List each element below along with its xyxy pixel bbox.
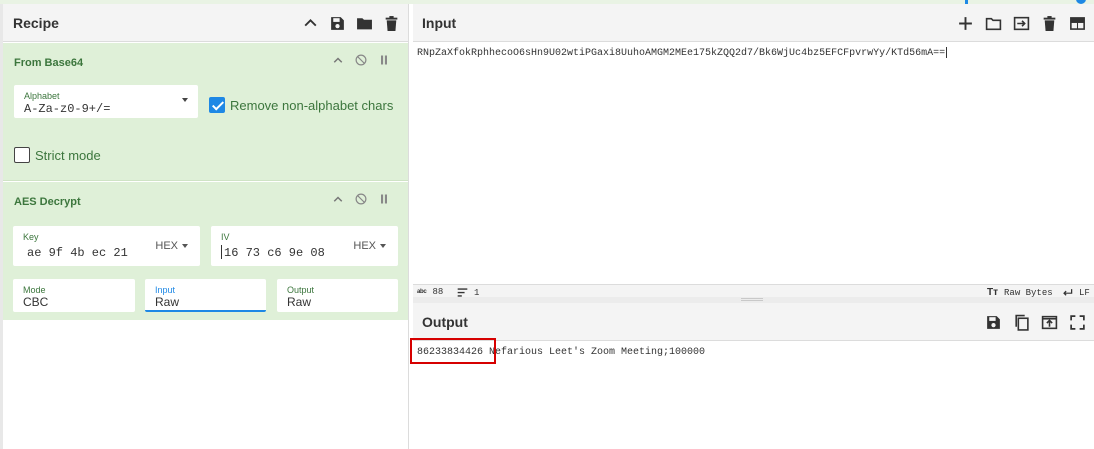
key-format-dropdown[interactable]: HEX [155,240,188,252]
chevron-up-icon[interactable] [302,15,319,32]
alphabet-dropdown[interactable]: Alphabet A-Za-z0-9+/= [14,85,198,118]
output-text: Nefarious Leet's Zoom Meeting;100000 [483,347,706,358]
length-icon: abc [417,289,427,295]
output-header: Output [413,303,1094,341]
recipe-title: Recipe [13,14,59,31]
maximize-icon[interactable] [1069,314,1086,331]
chevron-down-icon [182,98,188,102]
folder-icon[interactable] [985,15,1002,32]
layout-icon[interactable] [1069,15,1086,32]
alphabet-label: Alphabet [24,91,60,101]
alphabet-value: A-Za-z0-9+/= [24,102,111,116]
output-pane: Output 86233834426 Nefarious Leet's Zoom… [410,303,1094,449]
text-cursor [946,47,948,58]
highlight-box [410,338,496,364]
input-title: Input [422,14,457,31]
op-aes-decrypt: AES Decrypt Key ae 9f 4b ec 21 HEX IV 16… [3,182,408,320]
output-title: Output [422,313,468,330]
iv-format-dropdown[interactable]: HEX [353,240,386,252]
input-pane: Input RNpZaXfokRphhecoO6sHn9U02wtiPGaxi8… [413,4,1094,300]
trash-icon[interactable] [383,15,400,32]
input-format-value: Raw [155,295,180,309]
op-from-base64: From Base64 Alphabet A-Za-z0-9+/= Remove… [3,43,408,181]
key-value[interactable]: ae 9f 4b ec 21 [27,246,128,260]
encoding-value: Raw Bytes [1004,287,1053,298]
folder-icon[interactable] [356,15,373,32]
input-format-label: Input [155,285,176,295]
grip-icon [741,298,763,301]
mode-value: CBC [23,295,49,309]
remove-non-alphabet-checkbox[interactable]: Remove non-alphabet chars [209,97,393,113]
strict-mode-checkbox[interactable]: Strict mode [14,147,101,163]
chevron-up-icon[interactable] [332,54,344,66]
key-field[interactable]: Key ae 9f 4b ec 21 HEX [13,226,200,266]
strict-mode-label: Strict mode [35,147,101,163]
op-title-aes-decrypt: AES Decrypt [14,196,81,208]
eol-value: LF [1079,287,1090,298]
disable-icon[interactable] [355,54,367,66]
iv-label: IV [221,232,230,242]
mode-label: Mode [23,285,46,295]
length-stat: abc 88 [417,287,443,297]
chevron-up-icon[interactable] [332,193,344,205]
checkbox-unchecked-icon[interactable] [14,147,30,163]
copy-icon[interactable] [1013,314,1030,331]
length-value: 88 [432,287,444,297]
output-format-value: Raw [287,295,312,309]
iv-field[interactable]: IV 16 73 c6 9e 08 HEX [211,226,398,266]
recipe-pane: Recipe From Base64 Alphabet A-Za-z0-9+/=… [0,4,409,449]
mode-dropdown[interactable]: Mode CBC [13,279,135,312]
iv-value[interactable]: 16 73 c6 9e 08 [224,246,325,260]
recipe-header: Recipe [3,4,408,42]
key-label: Key [23,232,39,242]
output-format-dropdown[interactable]: Output Raw [277,279,398,312]
input-header: Input [413,4,1094,42]
remove-non-alphabet-label: Remove non-alphabet chars [230,97,394,113]
pause-icon[interactable] [378,193,390,205]
trash-icon[interactable] [1041,15,1058,32]
disable-icon[interactable] [355,193,367,205]
checkbox-checked-icon[interactable] [209,97,225,113]
lines-value: 1 [474,287,480,298]
save-icon[interactable] [329,15,346,32]
input-format-dropdown[interactable]: Input Raw [145,279,266,312]
input-text[interactable]: RNpZaXfokRphhecoO6sHn9U02wtiPGaxi8UuhoAM… [417,48,945,59]
output-format-label: Output [287,285,315,295]
save-icon[interactable] [985,314,1002,331]
import-icon[interactable] [1013,15,1030,32]
input-textarea[interactable]: RNpZaXfokRphhecoO6sHn9U02wtiPGaxi8UuhoAM… [417,47,948,59]
pause-icon[interactable] [378,54,390,66]
plus-icon[interactable] [957,15,974,32]
op-title-from-base64: From Base64 [14,57,84,69]
text-cursor [221,245,222,259]
replace-input-icon[interactable] [1041,314,1058,331]
